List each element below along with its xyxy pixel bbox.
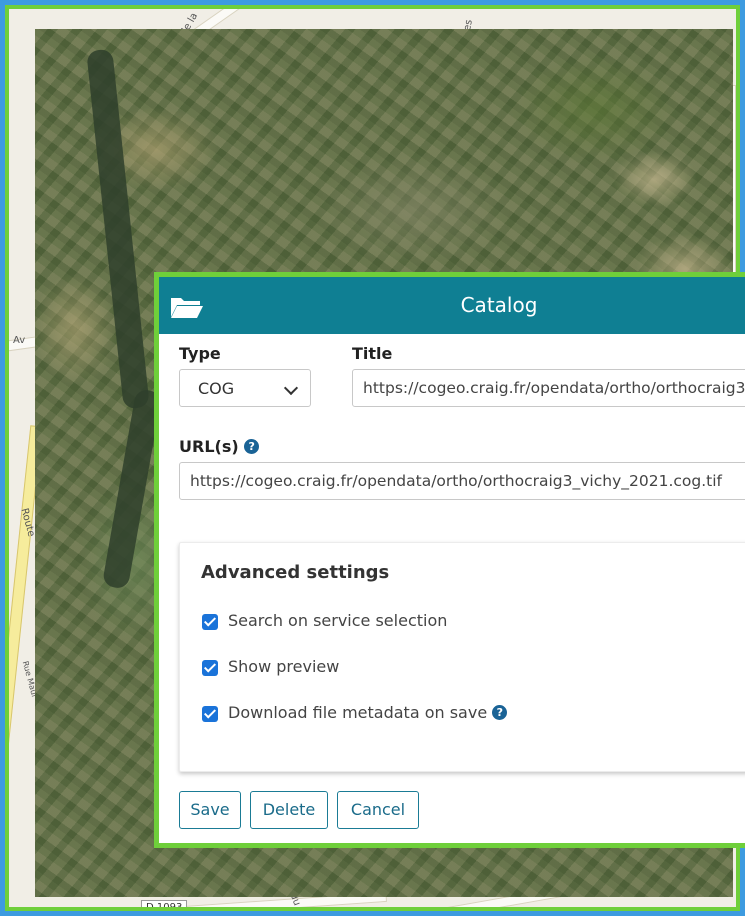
help-icon[interactable]: ? [244,439,260,454]
search-on-selection-checkbox[interactable] [202,614,218,630]
title-input-value: https://cogeo.craig.fr/opendata/ortho/or… [363,379,745,397]
type-label: Type [179,344,221,363]
chevron-down-icon [283,380,299,396]
search-on-selection-label[interactable]: Search on service selection [228,611,447,630]
advanced-settings-heading: Advanced settings [201,562,390,583]
url-input-value: https://cogeo.craig.fr/opendata/ortho/or… [190,472,722,490]
show-preview-label[interactable]: Show preview [228,657,339,676]
url-label: URL(s) ? [179,437,260,456]
title-label: Title [352,344,393,363]
catalog-dialog: Catalog Type COG Title https://cogeo.cra… [154,272,745,848]
download-metadata-label[interactable]: Download file metadata on save ? [228,703,508,722]
type-select-value: COG [198,379,235,398]
title-input[interactable]: https://cogeo.craig.fr/opendata/ortho/or… [352,369,745,407]
advanced-settings-panel: Advanced settings Search on service sele… [179,542,745,772]
delete-button[interactable]: Delete [250,791,328,829]
type-select[interactable]: COG [179,369,311,407]
dialog-header: Catalog [159,277,745,334]
url-input[interactable]: https://cogeo.craig.fr/opendata/ortho/or… [179,462,745,500]
url-label-text: URL(s) [179,437,239,456]
save-button[interactable]: Save [179,791,241,829]
download-metadata-checkbox[interactable] [202,706,218,722]
dialog-title: Catalog [460,293,538,317]
help-icon[interactable]: ? [492,705,508,720]
show-preview-checkbox[interactable] [202,660,218,676]
download-metadata-text: Download file metadata on save [228,703,488,722]
cancel-button[interactable]: Cancel [337,791,419,829]
